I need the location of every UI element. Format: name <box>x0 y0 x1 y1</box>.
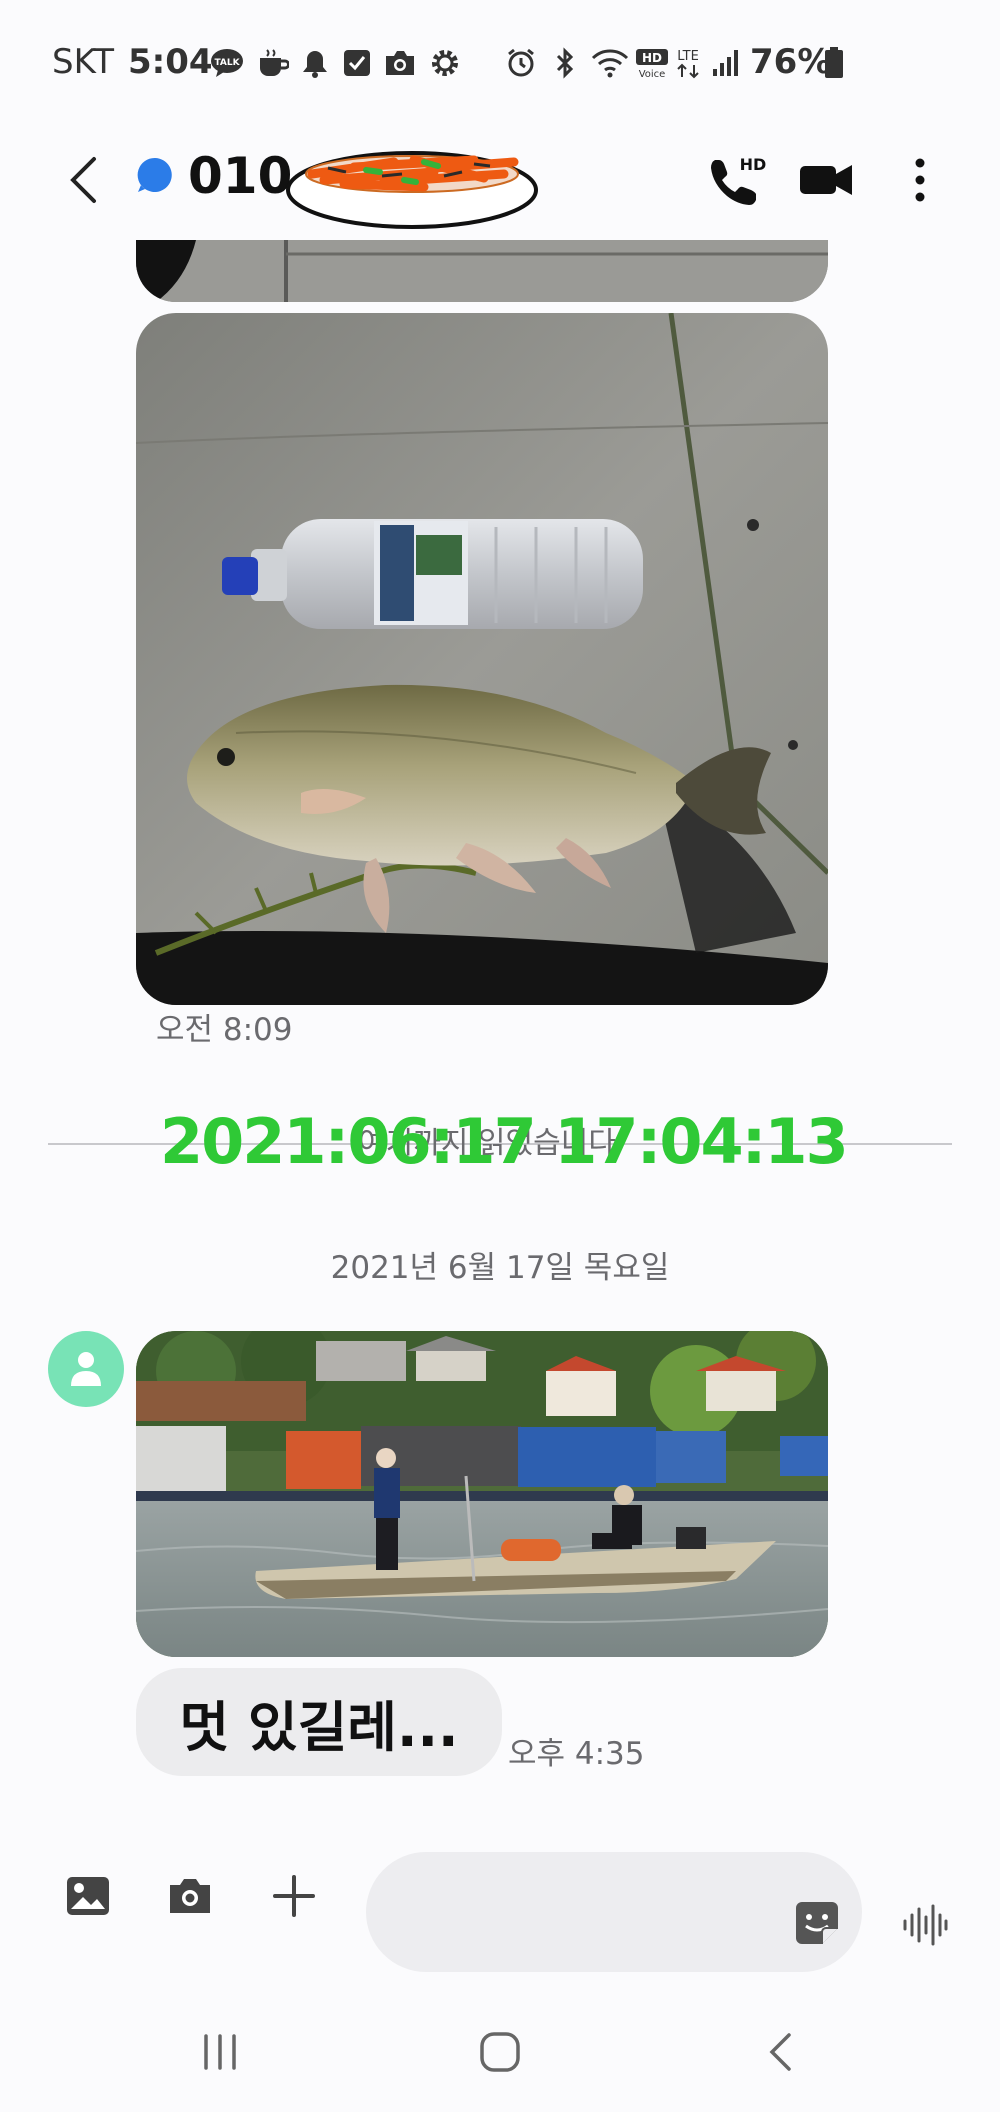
date-label: 2021년 6월 17일 목요일 <box>330 1250 670 1286</box>
svg-text:TALK: TALK <box>214 58 240 68</box>
svg-text:HD: HD <box>740 155 767 174</box>
settings-icon <box>428 46 462 80</box>
recent-apps-icon[interactable] <box>196 2028 244 2076</box>
message-input[interactable] <box>366 1852 862 1972</box>
hd-voice-icon: HD Voice <box>634 46 670 80</box>
wifi-icon <box>590 46 630 80</box>
camera-icon <box>383 46 417 80</box>
carrier-label: SKT <box>52 42 115 82</box>
partial-photo-message[interactable] <box>136 240 828 302</box>
sticker-icon[interactable] <box>790 1896 844 1950</box>
bluetooth-icon <box>548 46 582 80</box>
check-icon <box>340 46 374 80</box>
video-call-icon[interactable] <box>796 150 856 210</box>
conversation-header: 010- HD <box>0 120 1000 240</box>
camera-icon[interactable] <box>162 1868 218 1924</box>
sent-time: 오전 8:09 <box>156 1012 293 1048</box>
battery-icon <box>822 46 846 80</box>
voice-icon[interactable] <box>898 1898 952 1952</box>
fish-photo-message[interactable] <box>136 313 828 1005</box>
lte-icon: LTE <box>672 46 704 80</box>
svg-text:LTE: LTE <box>677 49 699 64</box>
signal-icon <box>710 46 742 80</box>
boat-photo-message[interactable] <box>136 1331 828 1657</box>
alarm-icon <box>504 46 538 80</box>
navigation-bar <box>0 2010 1000 2112</box>
bell-icon <box>298 46 332 80</box>
unread-dot-icon <box>136 156 174 194</box>
received-time: 오후 4:35 <box>508 1736 645 1772</box>
back-icon[interactable] <box>58 146 108 214</box>
svg-text:Voice: Voice <box>639 69 666 80</box>
more-icon[interactable] <box>900 150 940 210</box>
gallery-icon[interactable] <box>60 1868 116 1924</box>
kakaotalk-icon: TALK <box>210 46 244 80</box>
person-icon <box>71 1352 101 1386</box>
clock: 5:04 <box>128 42 213 82</box>
food-sticker-overlay <box>284 132 540 232</box>
nav-back-icon[interactable] <box>756 2028 804 2076</box>
battery-percent: 76% <box>750 42 832 82</box>
message-bubble[interactable]: 멋 있길레... <box>136 1668 502 1776</box>
hd-call-icon[interactable]: HD <box>704 142 768 218</box>
status-bar: SKT 5:04 TALK HD Voice LTE 76% <box>0 0 1000 120</box>
avatar[interactable] <box>48 1331 124 1407</box>
timestamp-watermark: 2021:06:17 17:04:13 <box>160 1105 849 1178</box>
add-icon[interactable] <box>266 1868 322 1924</box>
coffee-icon <box>256 46 290 80</box>
svg-text:HD: HD <box>642 51 662 65</box>
home-icon[interactable] <box>476 2028 524 2076</box>
